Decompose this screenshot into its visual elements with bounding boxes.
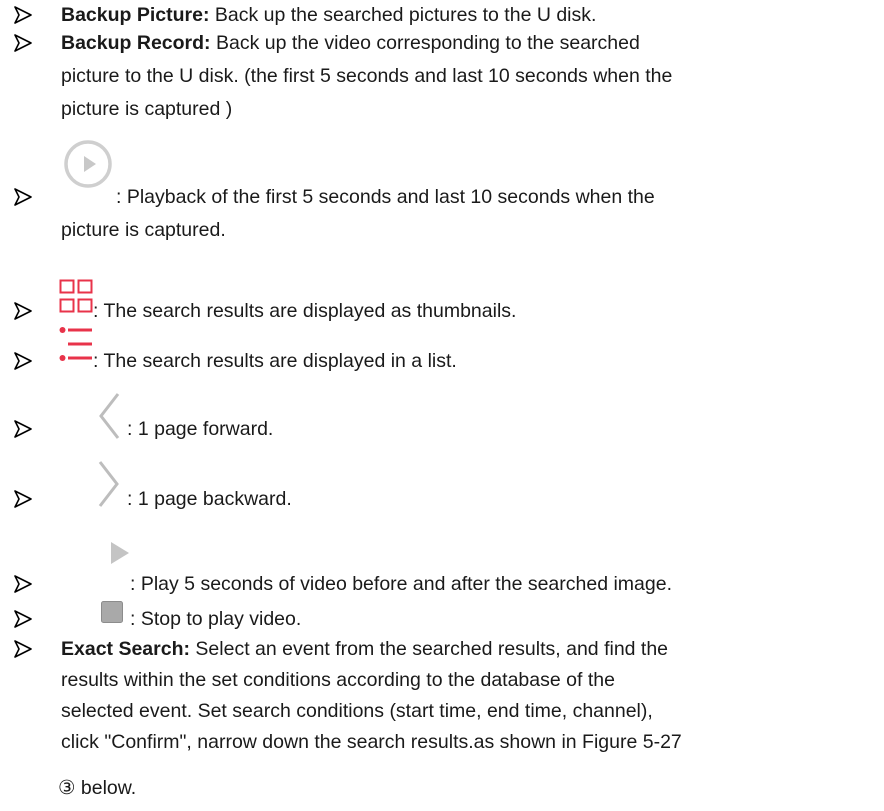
backup-picture-text: Back up the searched pictures to the U d… bbox=[214, 4, 597, 26]
chevron-right-icon bbox=[96, 458, 122, 510]
page-backward-text: : 1 page backward. bbox=[127, 488, 292, 510]
bullet-arrow-icon bbox=[14, 352, 32, 370]
exact-search-line-4: click "Confirm", narrow down the search … bbox=[61, 731, 682, 753]
backup-record-label: Backup Record: bbox=[61, 32, 211, 54]
backup-record-line-3: picture is captured ) bbox=[61, 98, 233, 120]
play-text: : Play 5 seconds of video before and aft… bbox=[130, 573, 673, 595]
thumbnail-grid-icon bbox=[59, 279, 93, 313]
bullet-arrow-icon bbox=[14, 490, 32, 508]
bullet-arrow-icon bbox=[14, 420, 32, 438]
backup-picture-line: Backup Picture: Back up the searched pic… bbox=[61, 1, 596, 29]
playback-circle-icon bbox=[62, 139, 114, 189]
page-forward-text: : 1 page forward. bbox=[127, 418, 274, 440]
backup-record-line-2: picture to the U disk. (the first 5 seco… bbox=[61, 65, 673, 87]
bullet-arrow-icon bbox=[14, 610, 32, 628]
backup-record-text: Back up the video corresponding to the s… bbox=[215, 32, 640, 54]
list-text: : The search results are displayed in a … bbox=[93, 350, 457, 372]
exact-search-text: Select an event from the searched result… bbox=[195, 638, 669, 660]
exact-search-line-5: ③ below. bbox=[58, 777, 137, 799]
thumbnail-text: : The search results are displayed as th… bbox=[93, 300, 517, 322]
exact-search-line-1: Exact Search: Select an event from the s… bbox=[61, 635, 668, 663]
exact-search-line-3: selected event. Set search conditions (s… bbox=[61, 700, 653, 722]
chevron-left-icon bbox=[96, 390, 122, 442]
bullet-arrow-icon bbox=[14, 640, 32, 658]
playback-line-2: picture is captured. bbox=[61, 219, 226, 241]
backup-picture-label: Backup Picture: bbox=[61, 4, 210, 26]
exact-search-label: Exact Search: bbox=[61, 638, 190, 660]
bullet-arrow-icon bbox=[14, 34, 32, 52]
exact-search-line-2: results within the set conditions accord… bbox=[61, 669, 615, 691]
stop-text: : Stop to play video. bbox=[130, 608, 302, 630]
bullet-arrow-icon bbox=[14, 6, 32, 24]
playback-line-1: : Playback of the first 5 seconds and la… bbox=[116, 186, 655, 208]
bullet-arrow-icon bbox=[14, 188, 32, 206]
bullet-arrow-icon bbox=[14, 302, 32, 320]
play-triangle-icon bbox=[109, 541, 131, 565]
list-view-icon bbox=[59, 326, 93, 366]
bullet-arrow-icon bbox=[14, 575, 32, 593]
stop-square-icon bbox=[101, 601, 123, 623]
backup-record-line-1: Backup Record: Back up the video corresp… bbox=[61, 29, 640, 57]
